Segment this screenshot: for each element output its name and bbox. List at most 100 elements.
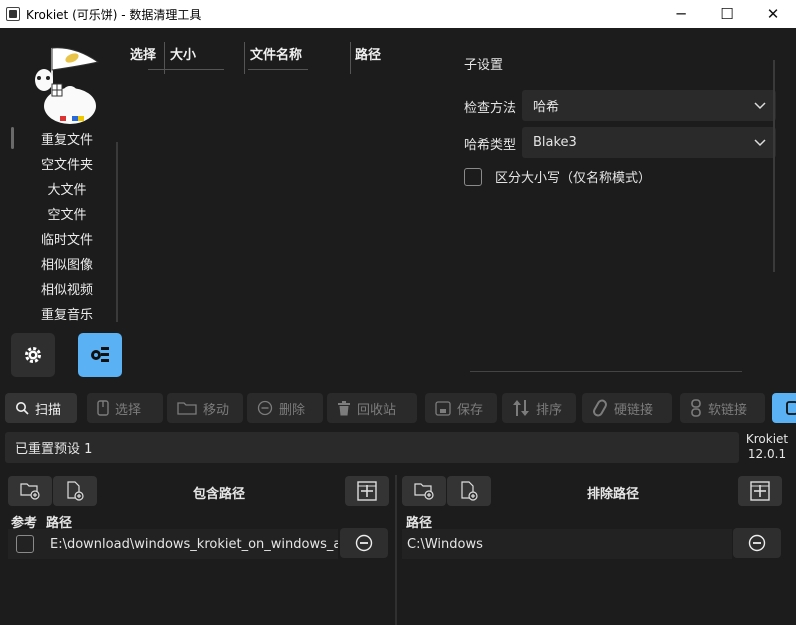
add-file-excluded-button[interactable] [447, 476, 491, 506]
check-method-select[interactable]: 哈希 [522, 90, 776, 121]
sort-icon [513, 400, 529, 416]
subsettings-icon [91, 347, 109, 362]
column-filename[interactable]: 文件名称 [250, 44, 302, 63]
tool-list: 重复文件 空文件夹 大文件 空文件 临时文件 相似图像 相似视频 重复音乐 [22, 128, 112, 328]
add-box-icon [357, 481, 377, 501]
settings-button[interactable] [11, 333, 55, 377]
subsettings-title: 子设置 [464, 58, 504, 73]
add-file-icon [461, 481, 478, 501]
tool-big-files[interactable]: 大文件 [22, 178, 112, 203]
subsettings-scrollbar[interactable] [773, 60, 775, 272]
add-folder-included-button[interactable] [8, 476, 52, 506]
app-icon [6, 7, 20, 21]
window-controls: ─ ☐ ✕ [658, 0, 796, 28]
excluded-path-text: C:\Windows [407, 536, 483, 552]
add-file-included-button[interactable] [53, 476, 97, 506]
tool-empty-folders[interactable]: 空文件夹 [22, 153, 112, 178]
remove-excluded-path-button[interactable] [733, 528, 781, 558]
delete-button[interactable]: 删除 [247, 393, 323, 423]
toggle-panel-button[interactable] [772, 393, 796, 423]
subsettings-toggle-button[interactable] [78, 333, 122, 377]
trash-label: 回收站 [357, 402, 397, 418]
save-icon [435, 400, 451, 416]
subsettings-divider [470, 371, 742, 372]
panel-divider [395, 475, 397, 625]
manual-add-excluded-button[interactable] [738, 476, 782, 506]
tool-temporary-files[interactable]: 临时文件 [22, 228, 112, 253]
chevron-down-icon [754, 139, 766, 147]
excluded-paths-title: 排除路径 [587, 487, 640, 502]
column-size[interactable]: 大小 [170, 44, 196, 63]
title-bar: Krokiet (可乐饼) - 数据清理工具 ─ ☐ ✕ [0, 0, 796, 28]
status-message: 已重置预设 1 [5, 432, 739, 463]
hardlink-button[interactable]: 硬链接 [582, 393, 672, 423]
minus-circle-icon [257, 400, 273, 416]
add-folder-icon [414, 483, 434, 500]
save-button[interactable]: 保存 [425, 393, 497, 423]
hardlink-label: 硬链接 [614, 402, 654, 418]
manual-add-included-button[interactable] [345, 476, 389, 506]
version-info: Krokiet 12.0.1 [740, 432, 794, 462]
add-box-icon [750, 481, 770, 501]
tool-similar-videos[interactable]: 相似视频 [22, 278, 112, 303]
sidebar-scroll-indicator[interactable] [11, 127, 14, 149]
select-label: 选择 [115, 402, 142, 418]
sort-button[interactable]: 排序 [502, 393, 576, 423]
minimize-button[interactable]: ─ [658, 0, 704, 28]
add-folder-icon [20, 483, 40, 500]
header-underline [248, 69, 308, 70]
delete-label: 删除 [279, 402, 306, 418]
scan-label: 扫描 [35, 402, 62, 418]
tool-similar-images[interactable]: 相似图像 [22, 253, 112, 278]
reference-checkbox[interactable] [16, 535, 34, 553]
included-path-text: E:\download\windows_krokiet_on_windows_a… [50, 536, 338, 552]
hash-type-label: 哈希类型 [464, 138, 517, 153]
gear-icon [25, 347, 41, 363]
check-method-label: 检查方法 [464, 101, 517, 116]
minus-circle-icon [748, 534, 766, 552]
hash-type-select[interactable]: Blake3 [522, 127, 776, 158]
app-version: 12.0.1 [747, 447, 787, 461]
move-button[interactable]: 移动 [167, 393, 243, 423]
remove-included-path-button[interactable] [340, 528, 388, 558]
included-paths-title: 包含路径 [193, 487, 246, 502]
folder-icon [177, 402, 197, 415]
krokiet-logo [35, 47, 100, 124]
search-icon [16, 402, 29, 415]
tool-empty-files[interactable]: 空文件 [22, 203, 112, 228]
tool-duplicate-music[interactable]: 重复音乐 [22, 303, 112, 328]
column-separator[interactable] [244, 42, 245, 74]
scan-button[interactable]: 扫描 [5, 393, 77, 423]
case-sensitive-checkbox[interactable] [464, 167, 482, 186]
case-sensitive-label: 区分大小写（仅名称模式） [495, 171, 652, 186]
check-method-value: 哈希 [533, 100, 560, 115]
save-label: 保存 [457, 402, 484, 418]
trash-button[interactable]: 回收站 [327, 393, 417, 423]
close-button[interactable]: ✕ [750, 0, 796, 28]
case-sensitive-option[interactable]: 区分大小写（仅名称模式） [464, 167, 651, 186]
column-select[interactable]: 选择 [130, 44, 156, 63]
minus-circle-icon [355, 534, 373, 552]
hash-type-value: Blake3 [533, 135, 577, 150]
maximize-button[interactable]: ☐ [704, 0, 750, 28]
header-underline [148, 69, 224, 70]
select-button[interactable]: 选择 [87, 393, 163, 423]
sidebar-scrollbar[interactable] [116, 142, 118, 322]
symlink-label: 软链接 [708, 402, 748, 418]
column-separator[interactable] [350, 42, 351, 74]
app-name: Krokiet [745, 432, 789, 446]
column-path[interactable]: 路径 [355, 44, 381, 63]
tool-duplicate-files[interactable]: 重复文件 [22, 128, 112, 153]
excluded-path-row[interactable]: C:\Windows [402, 529, 732, 559]
sort-label: 排序 [536, 402, 563, 418]
symlink-button[interactable]: 软链接 [680, 393, 765, 423]
move-label: 移动 [203, 402, 230, 418]
link-icon [593, 399, 607, 417]
window-title: Krokiet (可乐饼) - 数据清理工具 [26, 7, 202, 22]
add-file-icon [67, 481, 84, 501]
chain-link-icon [691, 399, 701, 417]
panel-icon [786, 401, 796, 415]
select-icon [97, 400, 109, 416]
add-folder-excluded-button[interactable] [402, 476, 446, 506]
included-path-row[interactable]: E:\download\windows_krokiet_on_windows_a… [8, 529, 338, 559]
